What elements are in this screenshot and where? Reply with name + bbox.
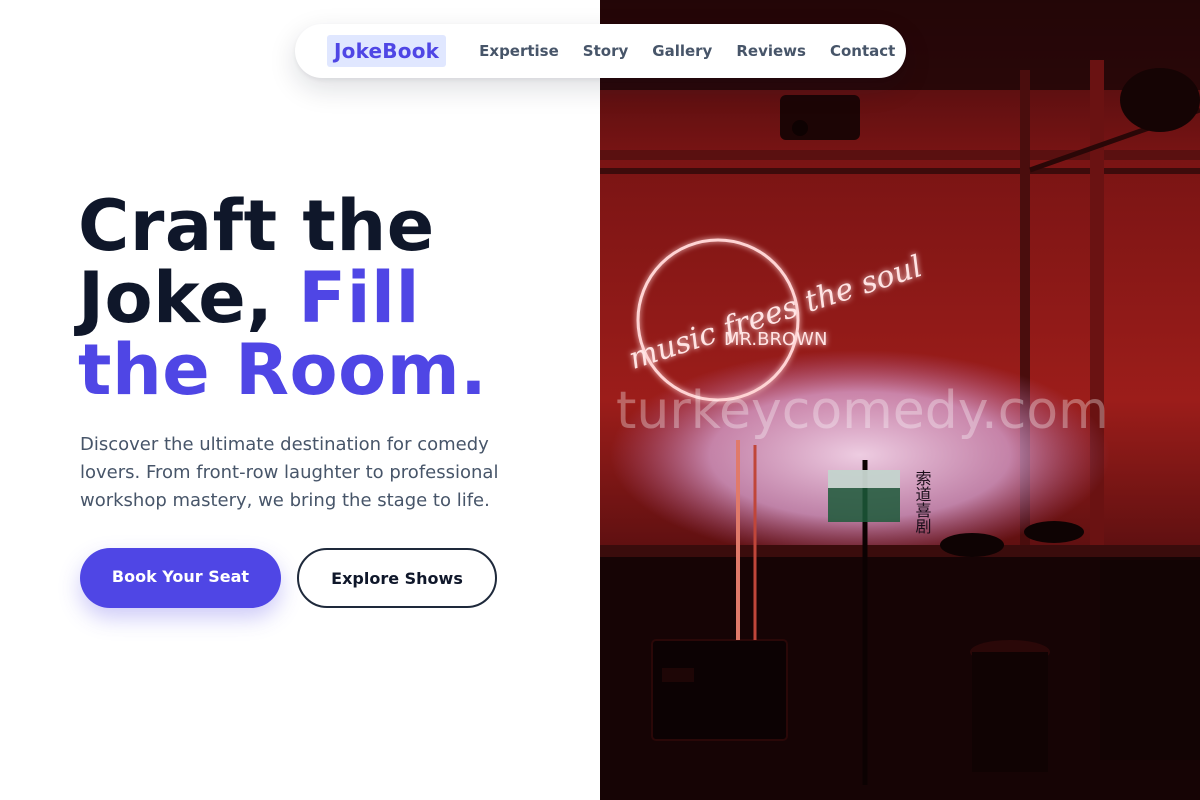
explore-shows-button[interactable]: Explore Shows [297, 548, 497, 608]
comedy-club-stage-photo: music frees the soul MR.BROWN 索道喜剧 turke… [600, 0, 1200, 800]
top-navbar: JokeBook Expertise Story Gallery Reviews… [295, 24, 906, 78]
hero-headline: Craft the Joke, Fill the Room. [78, 190, 578, 406]
book-seat-button[interactable]: Book Your Seat [80, 548, 281, 608]
nav-link-expertise[interactable]: Expertise [479, 42, 559, 60]
nav-link-contact[interactable]: Contact [830, 42, 895, 60]
brand-logo[interactable]: JokeBook [327, 35, 447, 67]
wall-sign-text: 索道喜剧 [913, 470, 932, 534]
headline-accent-fill: Fill [298, 257, 421, 339]
nav-link-reviews[interactable]: Reviews [736, 42, 806, 60]
hero-photo: music frees the soul MR.BROWN 索道喜剧 turke… [600, 0, 1200, 800]
nav-link-gallery[interactable]: Gallery [652, 42, 712, 60]
headline-accent-room: the Room. [78, 329, 488, 411]
headline-line-1: Craft the [78, 185, 435, 267]
hero-subtitle: Discover the ultimate destination for co… [80, 434, 499, 511]
photo-watermark: turkeycomedy.com [616, 381, 1109, 441]
nav-link-story[interactable]: Story [583, 42, 628, 60]
headline-line-2: Joke, [78, 257, 299, 339]
neon-name-text: MR.BROWN [724, 329, 827, 350]
